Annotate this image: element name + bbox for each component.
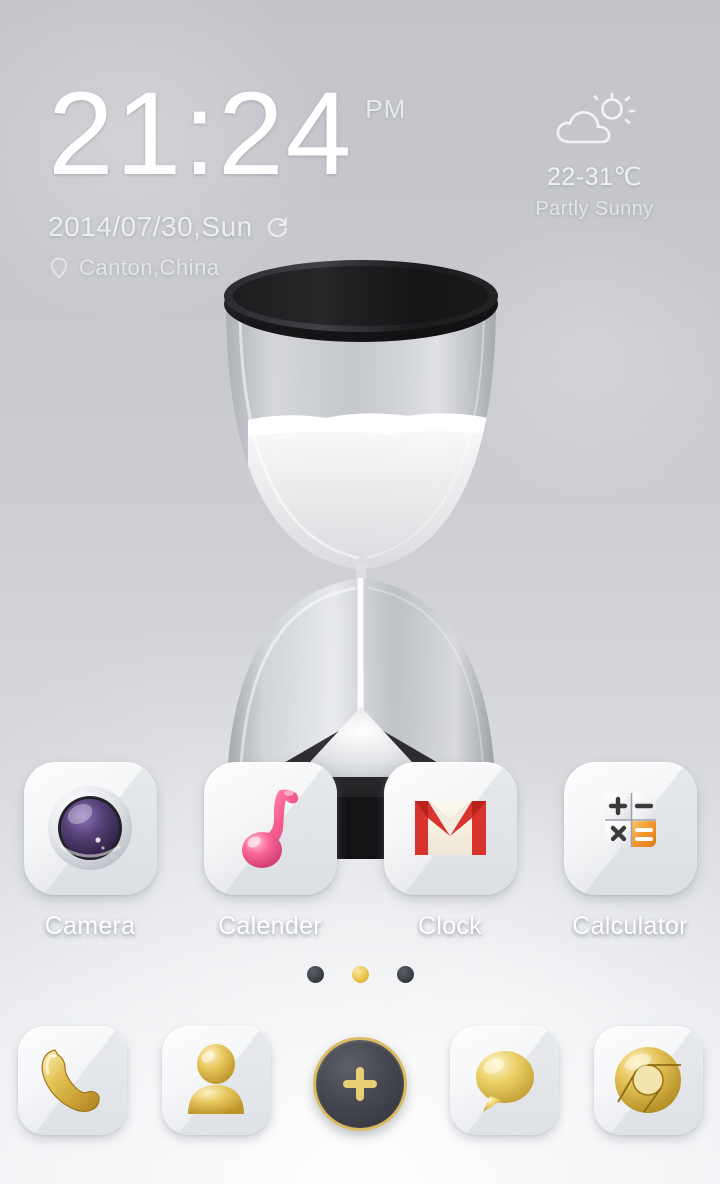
page-dot[interactable]	[306, 966, 324, 983]
clock-location: Canton,China	[79, 254, 220, 280]
time-row: 21:24 PM	[48, 68, 407, 200]
clock-tile[interactable]	[383, 762, 517, 895]
clock-ampm: PM	[365, 94, 407, 124]
calculator-keys-icon	[604, 793, 656, 847]
location-pin-icon	[48, 256, 70, 280]
weather-temperature: 22-31℃	[546, 163, 643, 191]
weather-widget[interactable]: 22-31℃ Partly Sunny	[507, 92, 682, 221]
dock-item-browser[interactable]	[576, 1026, 720, 1135]
sun-behind-cloud-icon	[507, 92, 682, 154]
speech-bubble-icon	[475, 1051, 534, 1112]
app-label: Camera	[44, 912, 136, 940]
clock-date: 2014/07/30,Sun	[48, 210, 253, 242]
page-dot-active[interactable]	[351, 966, 369, 983]
page-indicator	[0, 966, 720, 983]
date-row: 2014/07/30,Sun	[48, 211, 406, 243]
browser-tile[interactable]	[593, 1026, 703, 1135]
phone-tile[interactable]	[17, 1026, 127, 1135]
weather-condition: Partly Sunny	[535, 198, 654, 220]
contacts-tile[interactable]	[161, 1026, 271, 1135]
app-icon-camera[interactable]: Camera	[0, 762, 180, 941]
clock-widget[interactable]: 21:24 PM 2014/07/30,Sun Canton,China	[48, 68, 407, 281]
calender-tile[interactable]	[203, 762, 337, 895]
clock-time: 21:24	[48, 68, 354, 200]
phone-handset-icon	[41, 1049, 100, 1112]
envelope-mail-icon	[414, 801, 486, 855]
messages-tile[interactable]	[449, 1026, 559, 1135]
calculator-tile[interactable]	[563, 762, 697, 895]
app-icon-clock[interactable]: Clock	[360, 762, 540, 941]
dock-item-phone[interactable]	[0, 1026, 144, 1135]
refresh-icon[interactable]	[265, 214, 291, 240]
app-grid: Camera Calender Clock Calculator	[0, 762, 720, 941]
app-label: Clock	[417, 912, 482, 940]
dock-item-messages[interactable]	[432, 1026, 576, 1135]
app-icon-calender[interactable]: Calender	[180, 762, 360, 941]
dock-item-contacts[interactable]	[144, 1026, 288, 1135]
page-dot[interactable]	[396, 966, 414, 983]
chrome-browser-icon	[614, 1047, 681, 1113]
home-screen: 21:24 PM 2014/07/30,Sun Canton,China 22-…	[0, 0, 720, 1184]
app-label: Calender	[218, 912, 322, 940]
pink-note-icon	[241, 789, 298, 868]
app-drawer-button[interactable]	[313, 1037, 407, 1131]
person-icon	[187, 1044, 244, 1114]
app-label: Calculator	[572, 912, 688, 940]
dock	[0, 1026, 720, 1135]
camera-tile[interactable]	[23, 762, 157, 895]
dock-item-app-drawer[interactable]	[288, 1026, 432, 1135]
camera-lens-icon	[47, 786, 132, 870]
location-row[interactable]: Canton,China	[48, 255, 406, 281]
app-icon-calculator[interactable]: Calculator	[540, 762, 720, 941]
plus-icon	[343, 1067, 377, 1101]
